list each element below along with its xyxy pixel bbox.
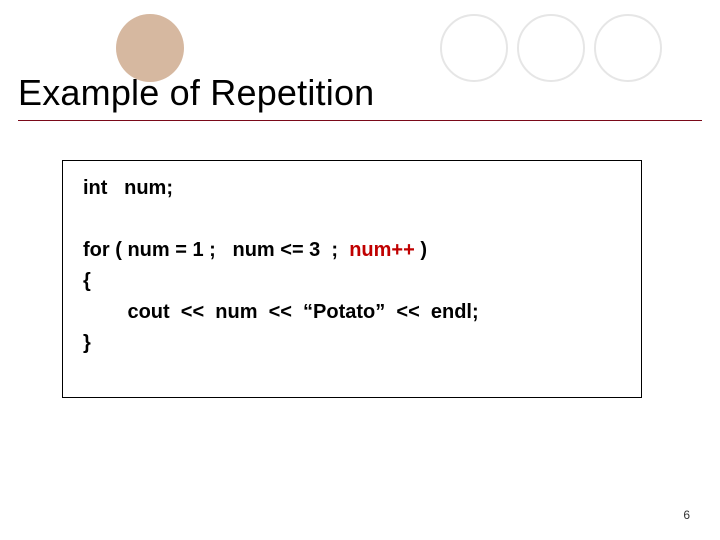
code-for-header: for ( num = 1 ; num <= 3 ; num++ ) bbox=[83, 235, 621, 266]
slide-title-block: Example of Repetition bbox=[18, 72, 702, 121]
title-underline bbox=[18, 120, 702, 121]
slide-title: Example of Repetition bbox=[18, 72, 702, 114]
page-number: 6 bbox=[683, 508, 690, 522]
code-example-box: int num; for ( num = 1 ; num <= 3 ; num+… bbox=[62, 160, 642, 398]
code-body: cout << num << “Potato” << endl; bbox=[83, 297, 621, 328]
code-brace-close: } bbox=[83, 328, 621, 359]
code-declaration: int num; bbox=[83, 173, 621, 204]
for-update-expr: num++ bbox=[349, 239, 415, 261]
code-brace-open: { bbox=[83, 266, 621, 297]
code-blank-line bbox=[83, 204, 621, 235]
